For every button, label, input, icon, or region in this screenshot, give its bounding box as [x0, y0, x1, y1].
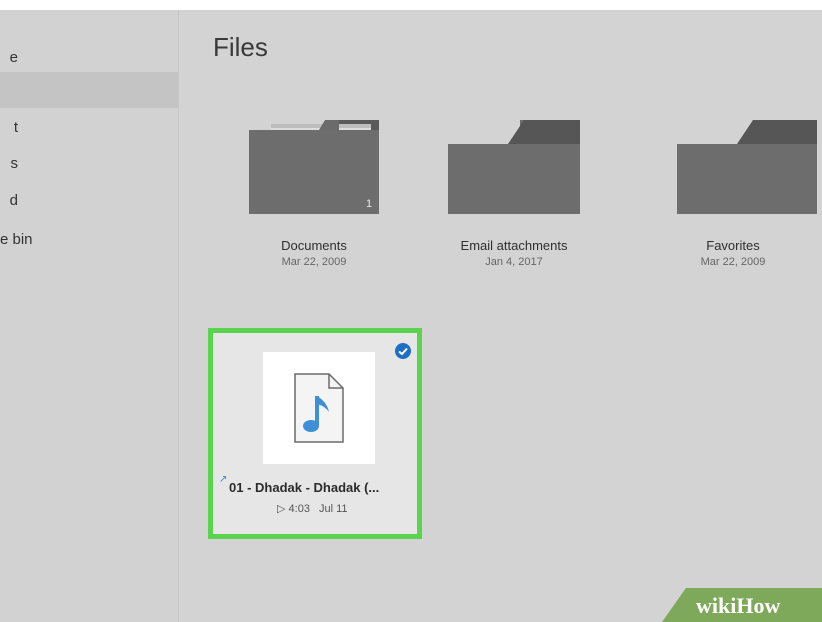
file-duration: 4:03: [288, 503, 310, 515]
checkmark-icon[interactable]: [395, 343, 411, 359]
folder-name: Email attachments: [460, 238, 568, 253]
sidebar-item-label: e bin: [0, 231, 33, 248]
sync-icon: ↗: [219, 474, 228, 485]
onedrive-window: e t s d e bin Files 1 Documents Mar 22, …: [0, 10, 822, 622]
sidebar-item-5[interactable]: d: [0, 183, 178, 219]
folder-icon: [677, 120, 817, 214]
sidebar-item-3[interactable]: t: [0, 110, 178, 146]
sidebar-item-files[interactable]: [0, 72, 178, 108]
sidebar-item-label: s: [10, 155, 19, 172]
folder-tile-favorites[interactable]: Favorites Mar 22, 2009: [653, 116, 817, 268]
folder-date: Mar 22, 2009: [700, 256, 766, 268]
folder-item-count: 1: [366, 198, 373, 210]
page-title: Files: [213, 32, 268, 62]
folder-date: Mar 22, 2009: [281, 256, 347, 268]
folder-icon: [448, 120, 580, 214]
folder-icon: [249, 120, 379, 214]
file-name: 01 - Dhadak - Dhadak (...: [229, 480, 380, 495]
file-thumbnail: [263, 352, 375, 464]
sidebar-item-label: d: [9, 192, 18, 209]
folder-date: Jan 4, 2017: [485, 256, 543, 268]
music-file-icon: [294, 373, 344, 443]
wikihow-watermark: wikiHow: [662, 588, 822, 622]
sidebar-item-label: t: [13, 119, 18, 136]
sidebar: e t s d e bin: [0, 10, 179, 622]
file-date: Jul 11: [319, 503, 348, 515]
folder-name: Favorites: [706, 238, 760, 253]
folder-tile-email-attachments[interactable]: Email attachments Jan 4, 2017: [434, 116, 594, 268]
main-content: Files 1 Documents Mar 22, 2009 Email att: [179, 10, 822, 622]
folder-tile-documents[interactable]: 1 Documents Mar 22, 2009: [234, 116, 394, 268]
play-icon: ▷: [277, 503, 286, 515]
sidebar-item-4[interactable]: s: [0, 146, 178, 182]
file-tile-selected[interactable]: ↗ 01 - Dhadak - Dhadak (... ▷ 4:03 Jul 1…: [208, 328, 422, 539]
watermark-text: wikiHow: [696, 593, 780, 618]
sidebar-item-label: e: [9, 49, 18, 66]
sidebar-item-recycle-bin[interactable]: e bin: [0, 229, 178, 265]
sidebar-item-1[interactable]: e: [0, 40, 178, 76]
folder-name: Documents: [281, 238, 347, 253]
file-meta: ▷ 4:03 Jul 11: [277, 502, 348, 515]
